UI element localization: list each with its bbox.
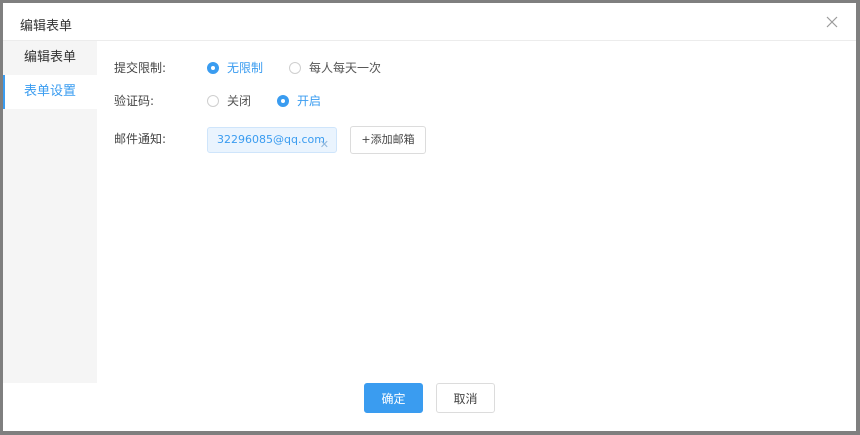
radio-label: 开启 [297,94,322,108]
email-tag-text: 32296085@qq.com [217,133,325,146]
radio-label: 每人每天一次 [309,61,382,75]
close-icon[interactable] [826,16,838,28]
radio-label: 关闭 [227,94,252,108]
cancel-button[interactable]: 取消 [436,383,495,413]
email-notify-label: 邮件通知: [114,132,167,146]
dialog-footer: 确定 取消 [3,383,856,413]
confirm-button[interactable]: 确定 [364,383,423,413]
add-email-button[interactable]: +添加邮箱 [350,126,426,154]
sidebar-item-label: 编辑表单 [23,50,76,65]
radio-once-per-day[interactable]: 每人每天一次 [289,56,381,80]
radio-label: 无限制 [227,61,264,75]
captcha-label: 验证码: [114,94,155,108]
radio-captcha-on[interactable]: 开启 [277,89,321,113]
email-tag: 32296085@qq.com ✕ [207,127,337,153]
dialog-title: 编辑表单 [20,19,73,34]
radio-captcha-off[interactable]: 关闭 [207,89,251,113]
radio-unlimited[interactable]: 无限制 [207,56,263,80]
radio-checked-icon [207,62,219,74]
radio-unchecked-icon [289,62,301,74]
captcha-row: 验证码: 关闭 开启 [114,89,834,113]
submit-limit-label: 提交限制: [114,61,167,75]
email-notify-row: 邮件通知: 32296085@qq.com ✕ +添加邮箱 [114,126,834,154]
edit-form-dialog: 编辑表单 编辑表单 表单设置 提交限制: 无限制 每人每天一次 验证码: 关闭 … [3,3,856,431]
submit-limit-row: 提交限制: 无限制 每人每天一次 [114,56,834,80]
radio-checked-icon [277,95,289,107]
sidebar-item-label: 表单设置 [23,84,76,99]
sidebar-item-form-settings[interactable]: 表单设置 [3,75,97,109]
sidebar: 编辑表单 表单设置 [3,41,97,383]
radio-unchecked-icon [207,95,219,107]
tag-close-icon[interactable]: ✕ [320,133,329,157]
sidebar-item-edit-form[interactable]: 编辑表单 [3,41,97,75]
dialog-header: 编辑表单 [3,3,856,41]
